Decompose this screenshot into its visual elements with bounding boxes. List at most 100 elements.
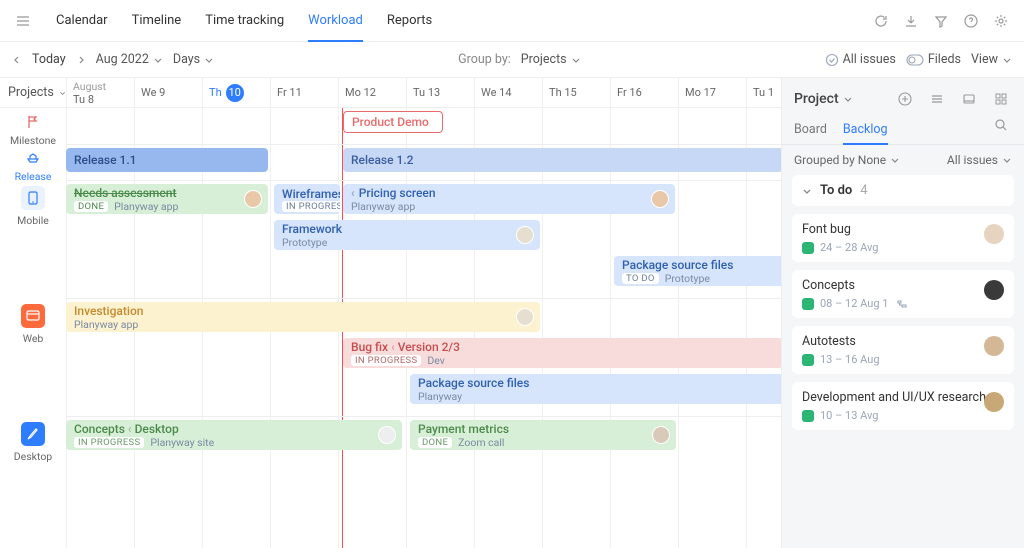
lane-mobile: Mobile <box>0 180 66 298</box>
day-column: Th 10 <box>202 78 270 107</box>
backlog-card[interactable]: Concepts 08 – 12 Aug 1 <box>792 270 1014 318</box>
group-by-value: Projects <box>521 52 567 67</box>
bar-investigation-title: Investigation <box>74 304 532 318</box>
fields-toggle[interactable]: Fileds <box>906 52 961 67</box>
gear-icon[interactable] <box>990 10 1012 32</box>
desktop-icon <box>21 422 45 446</box>
bar-package-source-2[interactable]: Package source files Planyway <box>410 374 781 404</box>
lane-web-label: Web <box>23 332 44 345</box>
backlog-card[interactable]: Font bug 24 – 28 Avg <box>792 214 1014 262</box>
filter-icon[interactable] <box>930 10 952 32</box>
download-icon[interactable] <box>900 10 922 32</box>
bar-bug-fix[interactable]: Bug fix ‹ Version 2/3 IN PROGRESSDev <box>343 338 781 368</box>
day-column: We 14 <box>474 78 542 107</box>
projects-label: Projects <box>8 85 54 100</box>
flag-icon <box>21 114 45 130</box>
search-icon[interactable] <box>990 116 1012 138</box>
bar-release-11[interactable]: Release 1.1 <box>66 148 268 172</box>
bar-payment-sub: Zoom call <box>458 436 504 449</box>
grouped-by-selector[interactable]: Grouped by None <box>794 153 900 167</box>
view-selector[interactable]: View <box>971 52 1012 67</box>
all-issues-label: All issues <box>843 52 896 67</box>
lane-web: Web <box>0 298 66 416</box>
bar-concepts-tag: IN PROGRESS <box>74 437 144 448</box>
bar-pricing-title: Pricing screen <box>359 186 436 200</box>
backlog-card[interactable]: Development and UI/UX research10 – 13 Av… <box>792 382 1014 430</box>
day-column: Mo 17 <box>678 78 746 107</box>
tab-calendar[interactable]: Calendar <box>56 1 108 40</box>
card-title: Concepts <box>802 278 1004 293</box>
bar-product-demo[interactable]: Product Demo <box>343 111 443 133</box>
avatar <box>984 224 1004 244</box>
card-meta: 13 – 16 Aug <box>802 353 1004 366</box>
bar-package-tag: TO DO <box>622 273 659 284</box>
day-column: Fr 16 <box>610 78 678 107</box>
card-title: Autotests <box>802 334 1004 349</box>
bar-concepts-d: Desktop <box>135 422 179 436</box>
bar-payment-metrics[interactable]: Payment metrics DONEZoom call <box>410 420 676 450</box>
bar-pricing-screen[interactable]: ‹Pricing screen Planyway app <box>343 184 675 214</box>
bar-framework[interactable]: Framework Prototype <box>274 220 540 250</box>
help-icon[interactable] <box>960 10 982 32</box>
card-view-icon[interactable] <box>958 88 980 110</box>
bar-wireframes[interactable]: Wireframes IN PROGRESS <box>274 184 340 214</box>
prev-period[interactable] <box>12 55 22 65</box>
bar-wireframes-tag: IN PROGRESS <box>282 201 340 212</box>
card-title: Font bug <box>802 222 1004 237</box>
avatar <box>651 190 669 208</box>
day-column: Tu 1 <box>746 78 814 107</box>
bar-investigation[interactable]: Investigation Planyway app <box>66 302 540 332</box>
tab-timeline[interactable]: Timeline <box>132 1 182 40</box>
lane-release: Release <box>0 144 66 180</box>
bar-release-12-title: Release 1.2 <box>351 153 775 167</box>
bar-package-source[interactable]: Package source files TO DOPrototype <box>614 256 781 286</box>
lane-desktop-label: Desktop <box>14 450 52 463</box>
day-column: Mo 12 <box>338 78 406 107</box>
projects-header[interactable]: Projects <box>0 78 66 107</box>
backlog-card[interactable]: Autotests 13 – 16 Aug <box>792 326 1014 374</box>
bar-concepts[interactable]: Concepts ‹ Desktop IN PROGRESSPlanyway s… <box>66 420 402 450</box>
panel-tab-board[interactable]: Board <box>794 116 827 144</box>
mobile-icon <box>21 186 45 210</box>
section-title: To do <box>820 183 852 198</box>
add-icon[interactable] <box>894 88 916 110</box>
next-period[interactable] <box>76 55 86 65</box>
month-selector[interactable]: Aug 2022 <box>96 52 163 67</box>
granularity-label: Days <box>173 52 200 67</box>
month-label: Aug 2022 <box>96 52 149 67</box>
bar-needs-sub: Planyway app <box>114 200 178 213</box>
lane-desktop: Desktop <box>0 416 66 496</box>
bar-bug-title: Bug fix <box>351 340 388 354</box>
avatar <box>244 190 262 208</box>
card-meta: 10 – 13 Avg <box>802 409 1004 422</box>
tab-time-tracking[interactable]: Time tracking <box>205 1 284 40</box>
bar-package2-sub: Planyway <box>418 390 462 403</box>
refresh-icon[interactable] <box>870 10 892 32</box>
lane-mobile-label: Mobile <box>17 214 49 227</box>
bar-investigation-sub: Planyway app <box>74 318 138 331</box>
tab-workload[interactable]: Workload <box>308 1 363 42</box>
web-icon <box>21 304 45 328</box>
menu-icon[interactable] <box>12 10 34 32</box>
granularity-selector[interactable]: Days <box>173 52 214 67</box>
all-issues-toggle[interactable]: All issues <box>825 52 896 67</box>
lane-milestone: Milestone <box>0 108 66 144</box>
bar-release-12[interactable]: Release 1.2 <box>343 148 781 172</box>
card-meta: 24 – 28 Avg <box>802 241 1004 254</box>
tab-reports[interactable]: Reports <box>387 1 432 40</box>
grid-view-icon[interactable] <box>990 88 1012 110</box>
section-todo[interactable]: To do 4 <box>792 175 1014 206</box>
chevron-down-icon <box>802 186 812 196</box>
avatar <box>652 426 670 444</box>
panel-tab-backlog[interactable]: Backlog <box>843 116 888 145</box>
day-column: Fr 11 <box>270 78 338 107</box>
bar-bug-tag: IN PROGRESS <box>351 355 421 366</box>
bar-needs-assessment[interactable]: Needs assessment DONEPlanyway app <box>66 184 268 214</box>
group-by-selector[interactable]: Projects <box>521 52 581 67</box>
bar-needs-tag: DONE <box>74 201 108 212</box>
bar-package2-title: Package source files <box>418 376 776 390</box>
panel-all-issues-selector[interactable]: All issues <box>947 153 1012 167</box>
list-view-icon[interactable] <box>926 88 948 110</box>
card-meta: 08 – 12 Aug 1 <box>802 297 1004 310</box>
today-button[interactable]: Today <box>32 52 66 67</box>
